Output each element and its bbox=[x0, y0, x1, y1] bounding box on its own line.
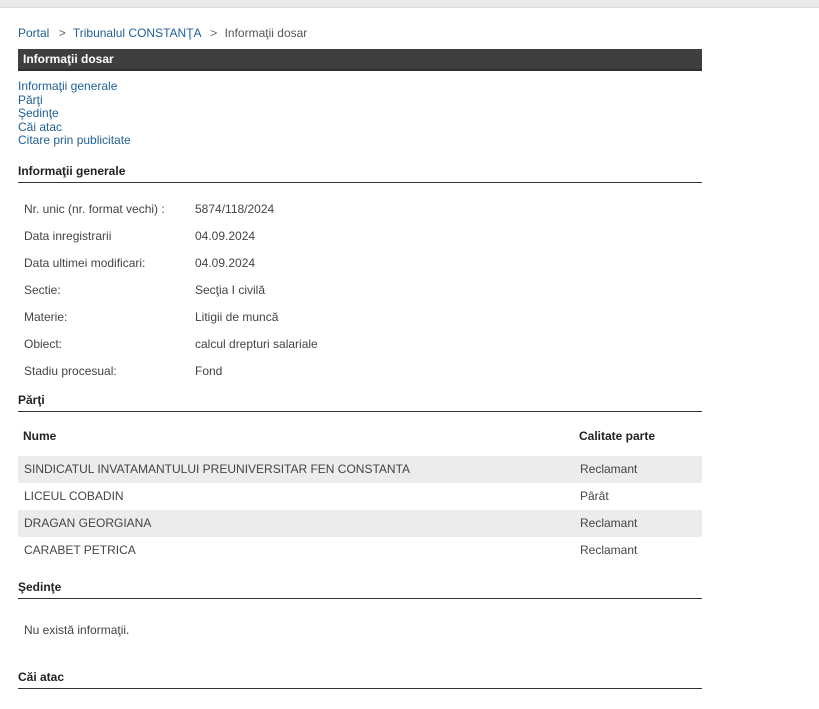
info-row: Data ultimei modificari: 04.09.2024 bbox=[18, 256, 702, 283]
nav-link-informatii-generale[interactable]: Informaţii generale bbox=[18, 79, 702, 94]
info-row: Nr. unic (nr. format vechi) : 5874/118/2… bbox=[18, 202, 702, 229]
nav-link-cai-atac[interactable]: Căi atac bbox=[18, 120, 702, 135]
info-value: 5874/118/2024 bbox=[195, 201, 275, 216]
party-role: Reclamant bbox=[580, 461, 638, 476]
general-info-table: Nr. unic (nr. format vechi) : 5874/118/2… bbox=[18, 202, 702, 391]
info-label: Sectie: bbox=[24, 282, 61, 297]
party-name: CARABET PETRICA bbox=[24, 542, 136, 557]
main-content: Portal > Tribunalul CONSTANŢA > Informaţ… bbox=[18, 26, 702, 689]
nav-link-parti[interactable]: Părţi bbox=[18, 93, 702, 108]
table-header: Nume Calitate parte bbox=[18, 429, 702, 456]
info-label: Materie: bbox=[24, 309, 68, 324]
nav-link-citare-prin-publicitate[interactable]: Citare prin publicitate bbox=[18, 133, 702, 148]
info-row: Obiect: calcul drepturi salariale bbox=[18, 337, 702, 364]
breadcrumb-current: Informaţii dosar bbox=[224, 26, 308, 40]
info-value: 04.09.2024 bbox=[195, 228, 256, 243]
info-label: Obiect: bbox=[24, 336, 63, 351]
column-header-calitate: Calitate parte bbox=[579, 428, 656, 443]
party-role: Reclamant bbox=[580, 542, 638, 557]
breadcrumb-separator: > bbox=[58, 26, 66, 40]
party-name: SINDICATUL INVATAMANTULUI PREUNIVERSITAR… bbox=[24, 461, 411, 476]
breadcrumb-portal-link[interactable]: Portal bbox=[18, 26, 49, 40]
breadcrumb-separator: > bbox=[210, 26, 218, 40]
info-row: Data inregistrarii 04.09.2024 bbox=[18, 229, 702, 256]
info-value: 04.09.2024 bbox=[195, 255, 256, 270]
table-row: CARABET PETRICA Reclamant bbox=[18, 537, 702, 564]
section-heading-cai-atac: Căi atac bbox=[18, 670, 702, 689]
info-label: Data inregistrarii bbox=[24, 228, 112, 243]
party-name: DRAGAN GEORGIANA bbox=[24, 515, 152, 530]
table-row: LICEUL COBADIN Pârât bbox=[18, 483, 702, 510]
section-heading-parti: Părţi bbox=[18, 393, 702, 412]
table-row: DRAGAN GEORGIANA Reclamant bbox=[18, 509, 702, 537]
info-value: Secţia I civilă bbox=[195, 282, 266, 297]
party-name: LICEUL COBADIN bbox=[24, 488, 124, 503]
info-value: Fond bbox=[195, 363, 223, 378]
info-row: Stadiu procesual: Fond bbox=[18, 364, 702, 391]
info-row: Sectie: Secţia I civilă bbox=[18, 283, 702, 310]
nav-link-sedinte[interactable]: Şedinţe bbox=[18, 106, 702, 121]
column-header-nume: Nume bbox=[23, 428, 57, 443]
empty-message: Nu există informaţii. bbox=[24, 622, 130, 637]
breadcrumb-tribunal-link[interactable]: Tribunalul CONSTANŢA bbox=[73, 26, 201, 40]
page-title: Informaţii dosar bbox=[18, 49, 702, 71]
info-label: Nr. unic (nr. format vechi) : bbox=[24, 201, 165, 216]
info-value: calcul drepturi salariale bbox=[195, 336, 318, 351]
breadcrumb: Portal > Tribunalul CONSTANŢA > Informaţ… bbox=[18, 26, 702, 40]
section-heading-informatii-generale: Informaţii generale bbox=[18, 164, 702, 183]
party-role: Reclamant bbox=[580, 515, 638, 530]
party-role: Pârât bbox=[580, 488, 609, 503]
parti-table: Nume Calitate parte SINDICATUL INVATAMAN… bbox=[18, 429, 702, 564]
info-label: Stadiu procesual: bbox=[24, 363, 117, 378]
top-bar bbox=[0, 0, 819, 8]
section-heading-sedinte: Şedinţe bbox=[18, 580, 702, 599]
info-row: Materie: Litigii de muncă bbox=[18, 310, 702, 337]
section-nav: Informaţii generale Părţi Şedinţe Căi at… bbox=[18, 79, 702, 148]
info-label: Data ultimei modificari: bbox=[24, 255, 146, 270]
info-value: Litigii de muncă bbox=[195, 309, 279, 324]
table-row: SINDICATUL INVATAMANTULUI PREUNIVERSITAR… bbox=[18, 455, 702, 483]
